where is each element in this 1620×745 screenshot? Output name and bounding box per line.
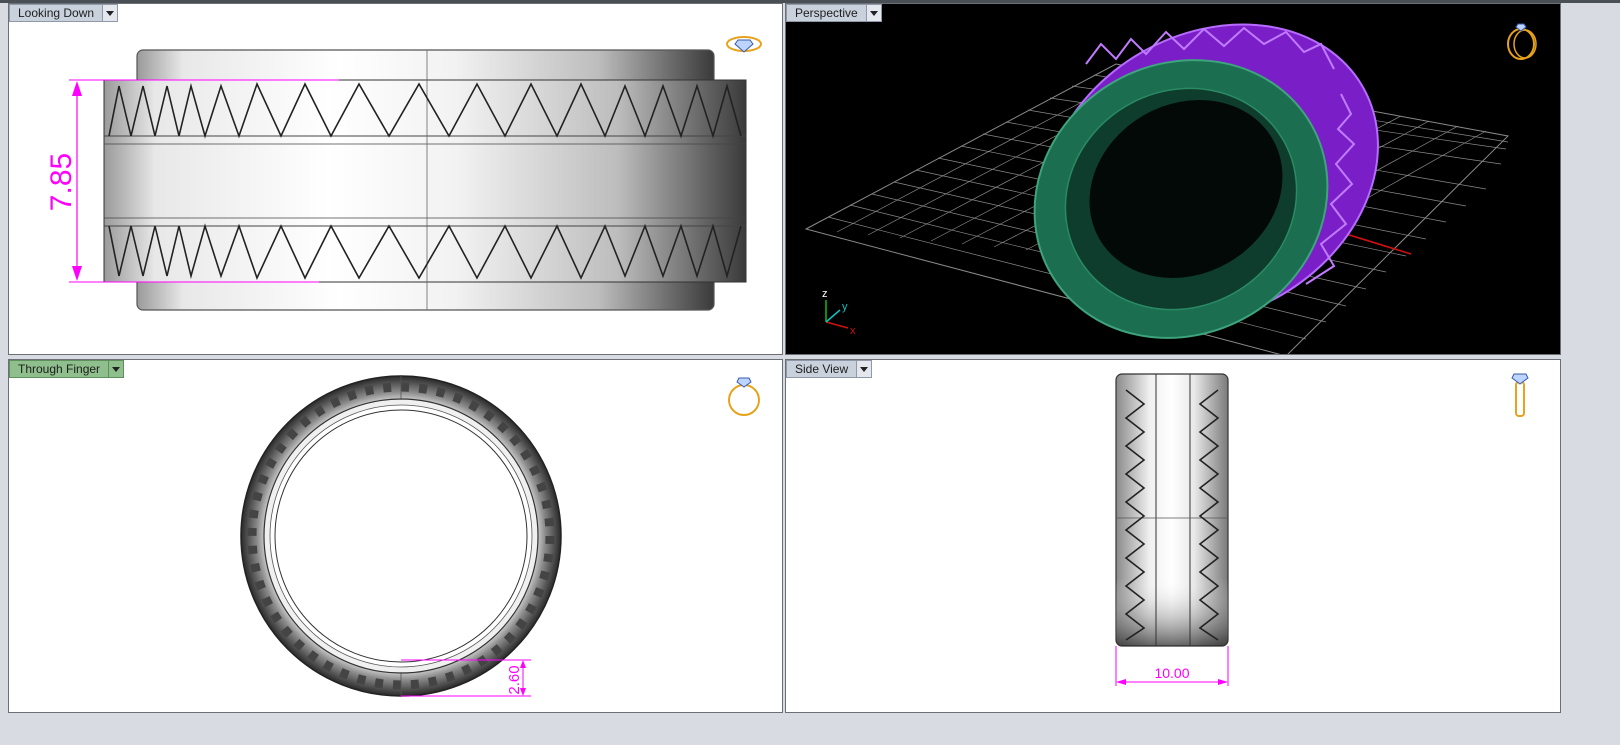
chevron-down-icon [106,10,115,16]
ring-front-view: 2.60 [240,375,760,697]
viewport-label[interactable]: Side View [786,360,858,378]
viewport-label[interactable]: Perspective [786,4,867,22]
chevron-down-icon [112,366,121,372]
viewport-label[interactable]: Through Finger [9,360,110,378]
chevron-down-icon [869,10,878,16]
ring-front-icon [728,377,760,416]
dimension-label: 10.00 [1154,665,1189,681]
dimension-label: 2.60 [506,665,523,694]
viewport-looking-down[interactable]: Looking Down 7.85 [8,3,783,355]
viewport-label[interactable]: Looking Down [9,4,104,22]
ring-3d-model [1033,23,1379,339]
viewport-title-looking-down[interactable]: Looking Down [9,4,119,22]
dimension-label: 7.85 [45,153,78,211]
perspective-scene: z y x [804,23,1537,354]
axis-x-label: x [850,325,856,337]
ring-perspective-icon [1507,23,1537,60]
viewport-title-perspective[interactable]: Perspective [786,4,882,22]
viewport-side-view[interactable]: Side View 10.00 [785,359,1561,713]
axis-z-label: z [822,288,828,300]
viewport-title-side-view[interactable]: Side View [786,360,873,378]
viewport-menu-button[interactable] [103,4,119,22]
ring-side-icon [1511,373,1529,417]
ring-top-icon [726,36,762,53]
ring-top-view: 7.85 [45,36,762,311]
viewport-menu-button[interactable] [109,360,125,378]
viewport-through-finger[interactable]: Through Finger 2.60 [8,359,783,713]
viewport-perspective[interactable]: Perspective z y x [785,3,1561,355]
chevron-down-icon [860,366,869,372]
viewport-title-through-finger[interactable]: Through Finger [9,360,125,378]
viewport-menu-button[interactable] [857,360,873,378]
ring-side-view: 10.00 [1115,373,1529,686]
viewport-menu-button[interactable] [866,4,882,22]
axis-y-label: y [842,301,848,313]
axis-gizmo: z y x [822,288,856,337]
